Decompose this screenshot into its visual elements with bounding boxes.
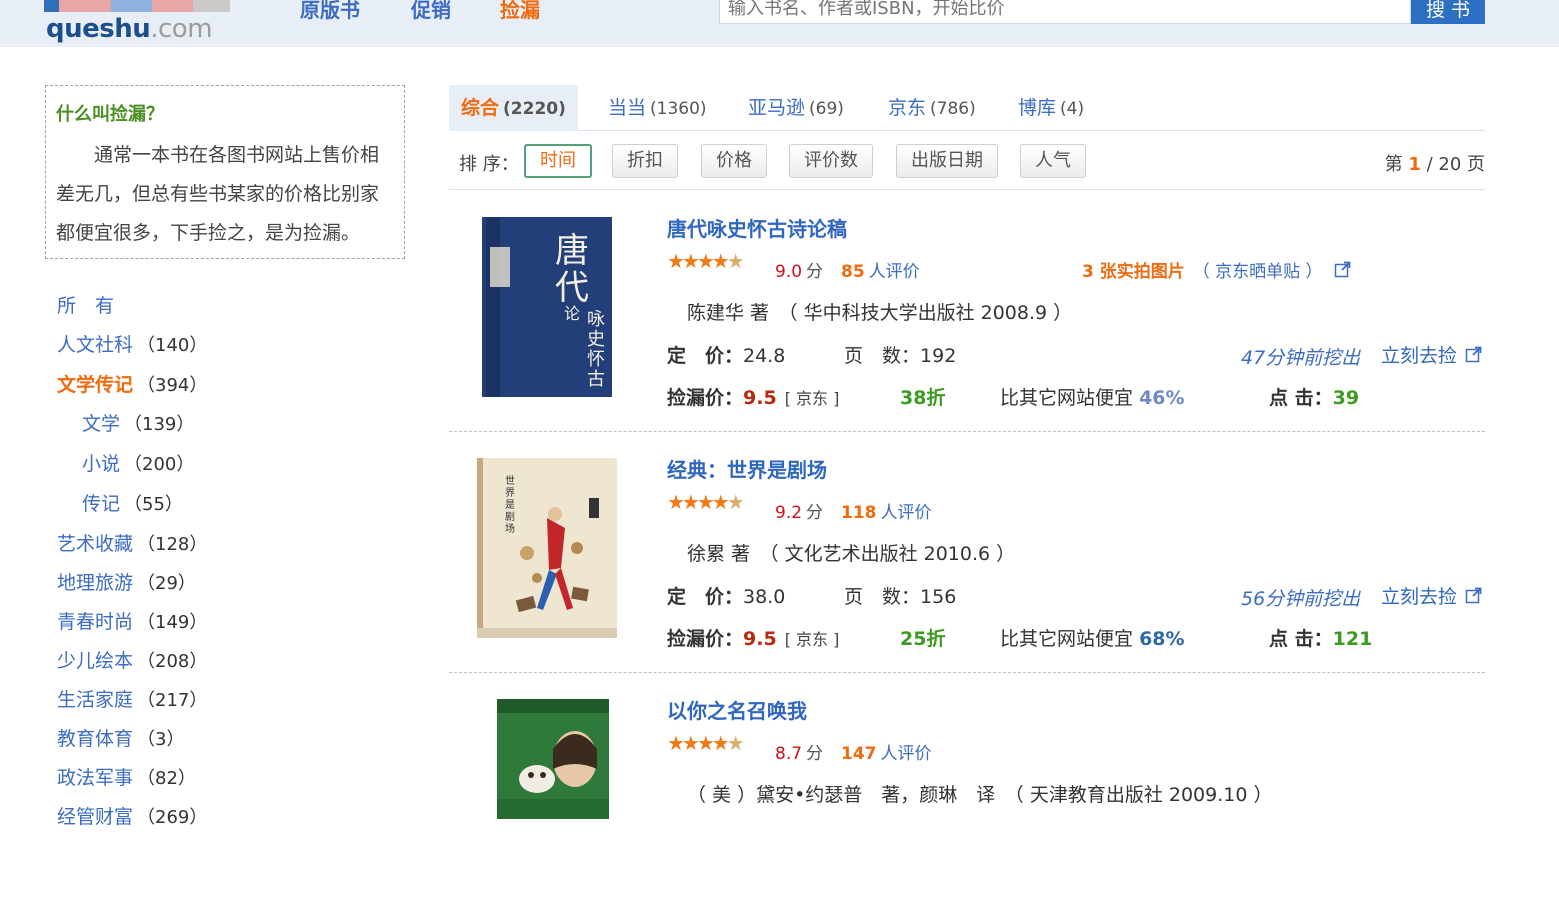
svg-text:界: 界	[505, 487, 515, 499]
found-time: 47分钟前挖出	[1241, 347, 1361, 369]
book-title[interactable]: 经典：世界是剧场	[667, 454, 827, 483]
sort-label: 排 序：	[459, 154, 519, 175]
search-button[interactable]: 搜 书	[1411, 0, 1485, 24]
svg-text:古: 古	[587, 369, 605, 390]
subcategory-novel[interactable]: 小说 （200）	[82, 449, 194, 476]
found-time: 56分钟前挖出	[1241, 588, 1361, 610]
category-literature-biography[interactable]: 文学传记 （394）	[57, 370, 207, 397]
external-link-icon	[1465, 346, 1482, 363]
bargain-explanation-box: 什么叫捡漏？ 通常一本书在各图书网站上售价相差无几，但总有些书某家的价格比别家都…	[45, 85, 405, 259]
category-life-family[interactable]: 生活家庭 （217）	[57, 685, 207, 712]
book-title[interactable]: 以你之名召唤我	[667, 695, 807, 724]
store-tabs: 综合 (2220) 当当 (1360) 亚马逊 (69) 京东 (786) 博库 (4)	[449, 85, 1485, 131]
search-box	[719, 0, 1411, 24]
svg-text:世: 世	[505, 475, 515, 487]
sort-by-popularity[interactable]: 人气	[1020, 144, 1086, 178]
book-cover-image[interactable]: 世 界 是 剧 场	[477, 458, 617, 638]
logo-banner	[44, 0, 230, 12]
photo-review-link[interactable]: 3 张实拍图片（ 京东晒单贴 ）	[1082, 257, 1351, 282]
bargain-price: 捡漏价：9.5[ 京东 ]	[667, 628, 840, 650]
sort-by-price[interactable]: 价格	[701, 144, 767, 178]
review-count-link[interactable]: 147 人评价	[841, 739, 932, 764]
book-item: 以你之名召唤我 ★★★★★ 8.7 分 147 人评价 （ 美 ）黛安•约瑟普 著，…	[449, 673, 1485, 914]
rating-stars: ★★★★★	[667, 490, 745, 514]
svg-text:咏: 咏	[587, 309, 605, 330]
external-link-icon	[1465, 587, 1482, 604]
tab-all[interactable]: 综合 (2220)	[449, 85, 578, 131]
tab-jd[interactable]: 京东 (786)	[888, 85, 976, 131]
click-count: 点 击：121	[1269, 628, 1373, 650]
category-business-finance[interactable]: 经管财富 （269）	[57, 802, 207, 829]
svg-text:史: 史	[587, 329, 605, 350]
page-indicator: 第 1 / 20 页	[1384, 154, 1485, 175]
svg-text:论: 论	[564, 304, 580, 323]
tab-bookuu[interactable]: 博库 (4)	[1018, 85, 1084, 131]
svg-text:剧: 剧	[505, 511, 515, 523]
rating-stars: ★★★★★	[667, 249, 745, 273]
book-cover-image[interactable]	[497, 699, 609, 819]
page-count: 页 数：156	[844, 586, 957, 608]
site-logo[interactable]: queshu.com	[44, 0, 230, 44]
list-price: 定 价：38.0	[667, 586, 786, 608]
go-buy-link[interactable]: 立刻去捡	[1381, 341, 1482, 368]
category-geography-travel[interactable]: 地理旅游 （29）	[57, 568, 196, 595]
tab-amazon[interactable]: 亚马逊 (69)	[748, 85, 844, 131]
book-title[interactable]: 唐代咏史怀古诗论稿	[667, 213, 847, 242]
subcategory-literature[interactable]: 文学 （139）	[82, 409, 194, 436]
rating-score: 9.0 分	[775, 262, 824, 282]
discount-rate: 25折	[900, 628, 946, 650]
sort-by-publish-date[interactable]: 出版日期	[896, 144, 998, 178]
external-link-icon	[1334, 261, 1351, 278]
svg-text:场: 场	[505, 522, 515, 535]
rating-score: 8.7 分	[775, 744, 824, 764]
author-publisher: （ 美 ）黛安•约瑟普 著，颜琳 译 （ 天津教育出版社 2009.10 ）	[687, 784, 1273, 806]
subcategory-biography[interactable]: 传记 （55）	[82, 489, 183, 516]
svg-text:是: 是	[505, 499, 515, 511]
category-art-collection[interactable]: 艺术收藏 （128）	[57, 529, 207, 556]
cheaper-percentage: 比其它网站便宜 68%	[1000, 628, 1185, 650]
category-law-military[interactable]: 政法军事 （82）	[57, 763, 196, 790]
rating-stars: ★★★★★	[667, 731, 745, 755]
category-youth-fashion[interactable]: 青春时尚 （149）	[57, 607, 207, 634]
go-buy-link[interactable]: 立刻去捡	[1381, 582, 1482, 609]
click-count: 点 击：39	[1269, 387, 1360, 409]
rating-score: 9.2 分	[775, 503, 824, 523]
book-cover-image[interactable]: 唐 代 咏 史 怀 古 论	[482, 217, 612, 397]
logo-text: queshu.com	[46, 14, 213, 44]
cheaper-percentage: 比其它网站便宜 46%	[1000, 387, 1185, 409]
svg-text:代: 代	[555, 268, 589, 308]
category-children-picture-books[interactable]: 少儿绘本 （208）	[57, 646, 207, 673]
category-humanities[interactable]: 人文社科 （140）	[57, 330, 207, 357]
list-price: 定 价：24.8	[667, 345, 786, 367]
sort-by-discount[interactable]: 折扣	[612, 144, 678, 178]
search-input[interactable]	[720, 0, 1410, 23]
sort-by-review-count[interactable]: 评价数	[789, 144, 873, 178]
svg-text:怀: 怀	[587, 349, 605, 370]
page-count: 页 数：192	[844, 345, 957, 367]
sort-bar: 排 序： 时间 折扣 价格 评价数 出版日期 人气 第 1 / 20 页	[449, 132, 1485, 190]
bargain-price: 捡漏价：9.5[ 京东 ]	[667, 387, 840, 409]
sort-by-time[interactable]: 时间	[524, 144, 592, 178]
review-count-link[interactable]: 118 人评价	[841, 498, 932, 523]
book-item: 世 界 是 剧 场 经典：世界是剧场 ★★★★★ 9.2 分 118 人评价 徐累 …	[449, 432, 1485, 673]
nav-original-books[interactable]: 原版书	[300, 0, 360, 23]
svg-text:唐: 唐	[555, 231, 589, 271]
tab-dangdang[interactable]: 当当 (1360)	[608, 85, 707, 131]
top-header: queshu.com 原版书 促销 捡漏 搜 书	[0, 0, 1559, 47]
review-count-link[interactable]: 85 人评价	[841, 257, 920, 282]
category-all[interactable]: 所 有	[57, 291, 114, 318]
book-item: 唐 代 咏 史 怀 古 论 唐代咏史怀古诗论稿 ★★★★★ 9.0 分 85 人评价…	[449, 191, 1485, 432]
category-education-sports[interactable]: 教育体育 （3）	[57, 724, 184, 751]
discount-rate: 38折	[900, 387, 946, 409]
author-publisher: 徐累 著 （ 文化艺术出版社 2010.6 ）	[687, 543, 1016, 565]
author-publisher: 陈建华 著 （ 华中科技大学出版社 2008.9 ）	[687, 302, 1073, 324]
nav-promotions[interactable]: 促销	[411, 0, 451, 23]
info-text: 通常一本书在各图书网站上售价相差无几，但总有些书某家的价格比别家都便宜很多，下手…	[56, 144, 380, 244]
info-title: 什么叫捡漏？	[56, 104, 164, 125]
nav-bargains[interactable]: 捡漏	[500, 0, 540, 23]
